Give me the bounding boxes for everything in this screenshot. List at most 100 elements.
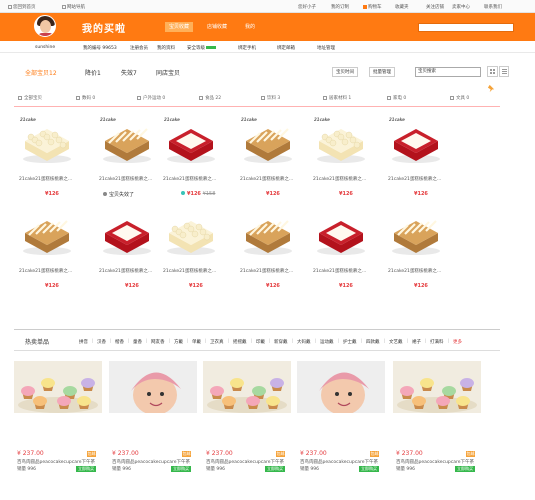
hot-item-image[interactable] bbox=[203, 361, 291, 413]
product-name[interactable]: 21cake21蛋糕核桃慕之... bbox=[99, 176, 159, 182]
hot-category-link[interactable]: 卫衣真 bbox=[210, 339, 224, 345]
product-card[interactable]: 21cake21蛋糕核桃慕之... ¥126 bbox=[238, 207, 298, 297]
hot-category-link[interactable]: 裙子 bbox=[412, 339, 421, 345]
product-card[interactable]: 21cake 21cake21蛋糕核桃慕之... ¥126 bbox=[238, 115, 298, 205]
hot-category-link[interactable]: 运动戴 bbox=[320, 339, 334, 345]
product-name[interactable]: 21cake21蛋糕核桃慕之... bbox=[388, 176, 448, 182]
product-image[interactable] bbox=[313, 115, 369, 167]
product-card[interactable]: 21cake21蛋糕核桃慕之... ¥126 bbox=[311, 207, 371, 297]
hot-item-card[interactable]: ¥ 237.00 包邮 百鸟肉圆品peacocakecupcare下午茶 销量 996… bbox=[297, 361, 385, 481]
filter-food[interactable]: 食品 22 bbox=[199, 95, 221, 101]
greeting-link[interactable]: 您好小子 bbox=[298, 4, 316, 10]
hot-category-link[interactable]: 打满料 bbox=[430, 339, 444, 345]
hot-category-link[interactable]: 拼音 bbox=[79, 339, 88, 345]
hot-item-image[interactable] bbox=[109, 361, 197, 415]
product-card[interactable]: 21cake 21cake21蛋糕核桃慕之... ¥126 ¥158 bbox=[161, 115, 221, 205]
hot-category-link[interactable]: 四款戴 bbox=[366, 339, 380, 345]
subnav-profile[interactable]: 我的资料 bbox=[157, 45, 175, 51]
list-view-icon[interactable] bbox=[499, 66, 509, 77]
product-name[interactable]: 21cake21蛋糕核桃慕之... bbox=[163, 268, 223, 274]
subnav-bind-email[interactable]: 绑定邮箱 bbox=[277, 45, 295, 51]
subnav-register[interactable]: 注册会员 bbox=[130, 45, 148, 51]
hot-category-link[interactable]: 方戴 bbox=[174, 339, 183, 345]
hot-category-link[interactable]: 童香 bbox=[133, 339, 142, 345]
product-name[interactable]: 21cake21蛋糕核桃慕之... bbox=[313, 268, 373, 274]
tab-shop-favorites[interactable]: 店铺收藏 bbox=[203, 22, 231, 32]
product-card[interactable]: 21cake 21cake21蛋糕核桃慕之... ¥126 bbox=[311, 115, 371, 205]
my-orders-link[interactable]: 我的订制 bbox=[331, 4, 349, 10]
contact-link[interactable]: 联系我们 bbox=[484, 4, 502, 10]
hot-category-link[interactable]: 新穿戴 bbox=[274, 339, 288, 345]
hot-item-image[interactable] bbox=[297, 361, 385, 415]
hot-category-link[interactable]: 印戴 bbox=[256, 339, 265, 345]
site-nav-link[interactable]: 网站导航 bbox=[62, 4, 85, 10]
hot-category-link[interactable]: 更多 bbox=[453, 339, 462, 345]
subnav-security[interactable]: 安全等级 bbox=[187, 45, 217, 51]
product-name[interactable]: 21cake21蛋糕核桃慕之... bbox=[19, 176, 79, 182]
hot-item-name[interactable]: 百鸟肉圆品peacocakecupcare下午茶 bbox=[112, 459, 204, 465]
hot-item-card[interactable]: ¥ 237.00 包邮 百鸟肉圆品peacocakecupcare下午茶 销量 996… bbox=[393, 361, 481, 481]
buy-now-button[interactable]: 立即购买 bbox=[359, 466, 379, 472]
tab-all-items[interactable]: 全部宝贝12 bbox=[25, 68, 57, 77]
filter-appliance[interactable]: 家电 0 bbox=[387, 95, 406, 101]
hot-item-name[interactable]: 百鸟肉圆品peacocakecupcare下午茶 bbox=[206, 459, 298, 465]
tab-invalid[interactable]: 失效7 bbox=[121, 68, 137, 77]
product-name[interactable]: 21cake21蛋糕核桃慕之... bbox=[240, 176, 300, 182]
seller-center-link[interactable]: 卖家中心 bbox=[452, 4, 470, 10]
favorites-search-input[interactable]: 宝贝搜索 bbox=[415, 67, 481, 77]
hot-item-name[interactable]: 百鸟肉圆品peacocakecupcare下午茶 bbox=[300, 459, 392, 465]
cart-link[interactable]: 购物车 bbox=[363, 4, 382, 10]
hot-item-name[interactable]: 百鸟肉圆品peacocakecupcare下午茶 bbox=[17, 459, 109, 465]
product-image[interactable] bbox=[99, 115, 155, 167]
product-image[interactable] bbox=[163, 115, 219, 167]
subnav-bind-phone[interactable]: 绑定手机 bbox=[238, 45, 256, 51]
hot-item-card[interactable]: ¥ 237.00 包邮 百鸟肉圆品peacocakecupcare下午茶 销量 996… bbox=[203, 361, 291, 481]
product-image[interactable] bbox=[163, 207, 219, 259]
product-name[interactable]: 21cake21蛋糕核桃慕之... bbox=[19, 268, 79, 274]
follow-shop-link[interactable]: 关注店铺 bbox=[426, 4, 444, 10]
product-name[interactable]: 21cake21蛋糕核桃慕之... bbox=[240, 268, 300, 274]
home-link[interactable]: 您回到首页 bbox=[8, 4, 36, 10]
subnav-address[interactable]: 地址管理 bbox=[317, 45, 335, 51]
hot-item-image[interactable] bbox=[14, 361, 102, 413]
filter-all[interactable]: 全部宝贝 bbox=[18, 95, 42, 101]
product-name[interactable]: 21cake21蛋糕核桃慕之... bbox=[313, 176, 373, 182]
avatar[interactable] bbox=[34, 15, 56, 37]
hot-item-name[interactable]: 百鸟肉圆品peacocakecupcare下午茶 bbox=[396, 459, 488, 465]
product-image[interactable] bbox=[240, 207, 296, 259]
product-image[interactable] bbox=[313, 207, 369, 259]
hot-category-link[interactable]: 单戴 bbox=[192, 339, 201, 345]
hot-item-card[interactable]: ¥ 237.00 包邮 百鸟肉圆品peacocakecupcare下午茶 销量 996… bbox=[14, 361, 102, 481]
product-card[interactable]: 21cake21蛋糕核桃慕之... ¥126 bbox=[386, 207, 446, 297]
product-image[interactable] bbox=[388, 207, 444, 259]
product-name[interactable]: 21cake21蛋糕核桃慕之... bbox=[163, 176, 223, 182]
product-card[interactable]: 21cake 21cake21蛋糕核桃慕之... ¥126 bbox=[17, 115, 77, 205]
tab-mine[interactable]: 我的 bbox=[241, 22, 259, 32]
grid-view-icon[interactable] bbox=[487, 66, 498, 77]
hot-category-link[interactable]: 网友香 bbox=[151, 339, 165, 345]
batch-manage-button[interactable]: 批量管理 bbox=[369, 67, 395, 77]
hot-category-link[interactable]: 文艺戴 bbox=[389, 339, 403, 345]
header-search-input[interactable] bbox=[418, 23, 514, 32]
hot-category-link[interactable]: 大码戴 bbox=[297, 339, 311, 345]
product-image[interactable] bbox=[19, 115, 75, 167]
hot-category-link[interactable]: 摇摇戴 bbox=[233, 339, 247, 345]
pin-icon[interactable] bbox=[487, 84, 496, 93]
product-card[interactable]: 21cake 21cake21蛋糕核桃慕之... 宝贝失效了 bbox=[97, 115, 157, 205]
filter-home[interactable]: 居家材料 1 bbox=[323, 95, 351, 101]
buy-now-button[interactable]: 立即购买 bbox=[265, 466, 285, 472]
product-card[interactable]: 21cake21蛋糕核桃慕之... ¥126 bbox=[97, 207, 157, 297]
product-card[interactable]: 21cake 21cake21蛋糕核桃慕之... ¥126 bbox=[386, 115, 446, 205]
product-image[interactable] bbox=[388, 115, 444, 167]
product-card[interactable]: 21cake21蛋糕核桃慕之... ¥126 bbox=[161, 207, 221, 297]
filter-digital[interactable]: 数码 0 bbox=[76, 95, 95, 101]
tab-price-drop[interactable]: 降价1 bbox=[85, 68, 101, 77]
tab-same-shop[interactable]: 同店宝贝 bbox=[156, 68, 180, 77]
product-image[interactable] bbox=[99, 207, 155, 259]
hot-item-card[interactable]: ¥ 237.00 包邮 百鸟肉圆品peacocakecupcare下午茶 销量 996… bbox=[109, 361, 197, 481]
filter-drinks[interactable]: 饮料 3 bbox=[261, 95, 280, 101]
product-name[interactable]: 21cake21蛋糕核桃慕之... bbox=[99, 268, 159, 274]
product-image[interactable] bbox=[240, 115, 296, 167]
hot-category-link[interactable]: 护士戴 bbox=[343, 339, 357, 345]
sort-time-button[interactable]: 宝贝时间 bbox=[332, 67, 358, 77]
